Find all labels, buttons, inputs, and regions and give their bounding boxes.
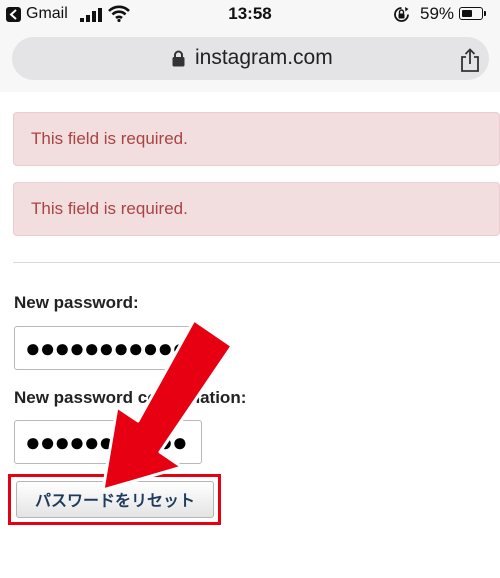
- new-password-field[interactable]: ●●●●●●●●●●●: [14, 326, 200, 370]
- divider: [13, 262, 500, 263]
- address-bar[interactable]: instagram.com: [12, 37, 489, 80]
- password-confirmation-field[interactable]: ●●●●●●●●●●●: [14, 420, 202, 464]
- new-password-label: New password:: [14, 293, 139, 312]
- status-bar: Gmail 13:58 59%: [0, 0, 500, 30]
- battery-percentage: 59%: [420, 4, 455, 23]
- share-icon[interactable]: [459, 48, 481, 73]
- rotation-lock-icon: [394, 7, 409, 22]
- battery-icon: [459, 7, 483, 20]
- password-confirmation-label: New password confirmation:: [14, 388, 247, 407]
- error-message: This field is required.: [31, 199, 188, 218]
- error-alert: This field is required.: [13, 112, 500, 166]
- browser-toolbar: instagram.com: [0, 30, 500, 92]
- error-message: This field is required.: [31, 129, 188, 148]
- url-text: instagram.com: [195, 46, 333, 69]
- error-alert: This field is required.: [13, 182, 500, 236]
- battery-tip: [484, 11, 486, 16]
- battery-level-fill: [462, 10, 472, 17]
- reset-password-button[interactable]: パスワードをリセット: [16, 481, 214, 518]
- lock-icon: [172, 50, 185, 67]
